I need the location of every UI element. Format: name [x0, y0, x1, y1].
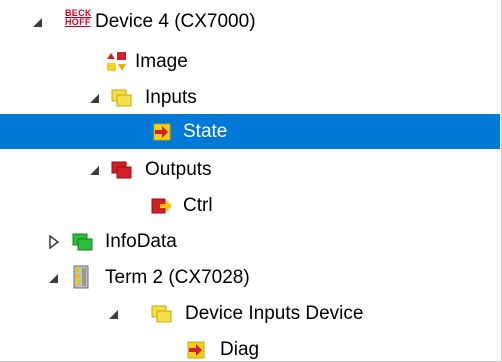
tree-item-label: Image: [135, 51, 188, 72]
tree-item-label: State: [183, 121, 228, 142]
expanded-arrow-icon[interactable]: [88, 163, 102, 177]
red-folder-icon: [111, 161, 132, 179]
tree-item-label: InfoData: [105, 231, 177, 252]
tree-item-outputs[interactable]: Outputs: [0, 152, 500, 187]
tree-item-diag[interactable]: Diag: [0, 332, 500, 361]
beckhoff-logo-icon: BECK HOFF: [65, 9, 92, 27]
tree-item-inputs[interactable]: Inputs: [0, 80, 500, 115]
output-arrow-icon: [151, 198, 172, 214]
tree-item-label: Diag: [220, 339, 260, 360]
tree-item-state[interactable]: State: [0, 114, 500, 149]
tree-item-label: Device Inputs Device: [185, 303, 364, 324]
input-arrow-icon: [187, 341, 205, 359]
tree-item-label: Term 2 (CX7028): [105, 267, 250, 288]
tree-item-label: Inputs: [145, 87, 197, 108]
yellow-folder-icon: [111, 89, 132, 107]
tree-item-infodata[interactable]: InfoData: [0, 224, 500, 259]
tree-item-device-inputs-device[interactable]: Device Inputs Device: [0, 296, 500, 331]
collapsed-arrow-icon[interactable]: [47, 235, 61, 249]
expanded-arrow-icon[interactable]: [107, 307, 121, 321]
image-icon: [107, 52, 126, 71]
tree-item-label: Outputs: [145, 159, 212, 180]
tree-item-ctrl[interactable]: Ctrl: [0, 188, 500, 223]
device-tree: BECK HOFF Device 4 (CX7000) Image Inputs: [0, 0, 502, 362]
tree-item-image[interactable]: Image: [0, 44, 500, 79]
expanded-arrow-icon[interactable]: [47, 271, 61, 285]
expanded-arrow-icon[interactable]: [31, 15, 45, 29]
input-arrow-icon: [153, 123, 171, 141]
green-folder-icon: [72, 233, 93, 251]
tree-item-label: Device 4 (CX7000): [95, 11, 256, 32]
terminal-icon: [73, 265, 89, 289]
logo-hoff-text: HOFF: [65, 17, 91, 27]
tree-item-device-4[interactable]: BECK HOFF Device 4 (CX7000): [0, 4, 500, 39]
yellow-folder-icon: [151, 305, 172, 323]
expanded-arrow-icon[interactable]: [88, 91, 102, 105]
tree-item-term-2[interactable]: Term 2 (CX7028): [0, 260, 500, 295]
tree-item-label: Ctrl: [183, 195, 213, 216]
